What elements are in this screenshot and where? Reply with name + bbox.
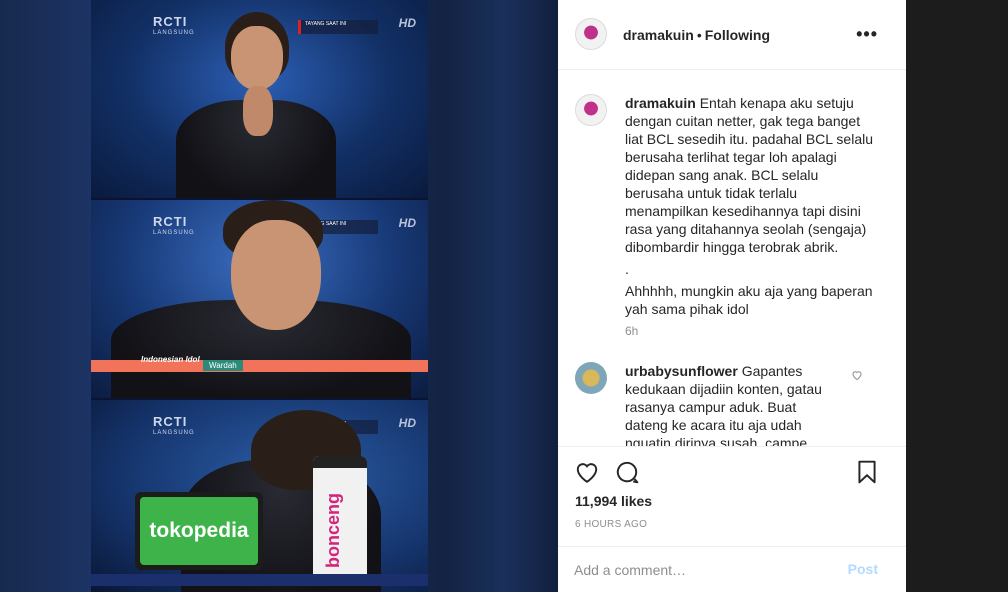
bonceng-logo: bonceng [323,493,343,568]
header-text: dramakuin • Following [623,27,770,43]
post-time-ago[interactable]: 6 HOURS AGO [575,519,647,530]
channel-sub: LANGSUNG [153,430,195,436]
caption-username[interactable]: dramakuin [625,95,696,111]
caption-text: Entah kenapa aku setuju dengan cuitan ne… [625,95,874,255]
channel-logo: RCTI [153,414,188,429]
post-detail-panel: dramakuin • Following ••• dramakuin Entah … [558,0,906,592]
channel-logo: RCTI [153,214,188,229]
channel-logo: RCTI [153,14,188,29]
author-avatar[interactable] [575,18,607,50]
caption-avatar[interactable] [575,94,607,126]
caption-timestamp[interactable]: 6h [625,324,638,338]
caption: dramakuin Entah kenapa aku setuju dengan… [625,94,873,322]
author-username[interactable]: dramakuin [623,27,694,43]
channel-sub: LANGSUNG [153,30,195,36]
hd-badge: HD [398,16,416,30]
following-button[interactable]: Following [705,27,770,43]
hd-badge: HD [398,216,416,230]
post-image[interactable]: RCTI LANGSUNG TAYANG SAAT INI HD RCTI LA… [91,0,428,592]
image-frame-2: RCTI LANGSUNG TAYANG SAAT INI HD Indones… [91,198,428,398]
post-button[interactable]: Post [848,561,878,577]
caption-dot: . [625,261,629,277]
comments-section[interactable]: dramakuin Entah kenapa aku setuju dengan… [558,70,906,446]
more-options-icon[interactable]: ••• [856,24,878,45]
action-bar: 11,994 likes 6 HOURS AGO [558,446,906,546]
caption-text-2: Ahhhhh, mungkin aku aja yang baperan yah… [625,283,873,317]
image-frame-1: RCTI LANGSUNG TAYANG SAAT INI HD [91,0,428,198]
comment-icon[interactable] [614,459,640,485]
tokopedia-logo: tokopedia [140,497,258,565]
hd-badge: HD [398,416,416,430]
tokopedia-screen: tokopedia [135,492,263,570]
idol-logo: Indonesian Idol [141,355,200,364]
separator-dot: • [696,27,702,43]
news-ticker [91,574,428,586]
comment-input[interactable] [574,559,834,581]
wardah-tag: Wardah [203,360,243,371]
tayang-banner: TAYANG SAAT INI [298,20,378,34]
comment-like-icon[interactable] [851,369,863,381]
commenter-username[interactable]: urbabysunflower [625,363,738,379]
bonceng-cup: bonceng [313,456,367,584]
post-header: dramakuin • Following ••• [558,0,906,70]
commenter-avatar[interactable] [575,362,607,394]
image-frame-3: RCTI LANGSUNG TAYANG SAAT INI HD tokoped… [91,398,428,592]
channel-sub: LANGSUNG [153,230,195,236]
comment: urbabysunflower Gapantes kedukaan dijadi… [625,362,840,446]
likes-count[interactable]: 11,994 likes [575,493,652,509]
bookmark-icon[interactable] [854,459,880,485]
heart-icon[interactable] [574,459,600,485]
add-comment-bar: Post [558,546,906,592]
